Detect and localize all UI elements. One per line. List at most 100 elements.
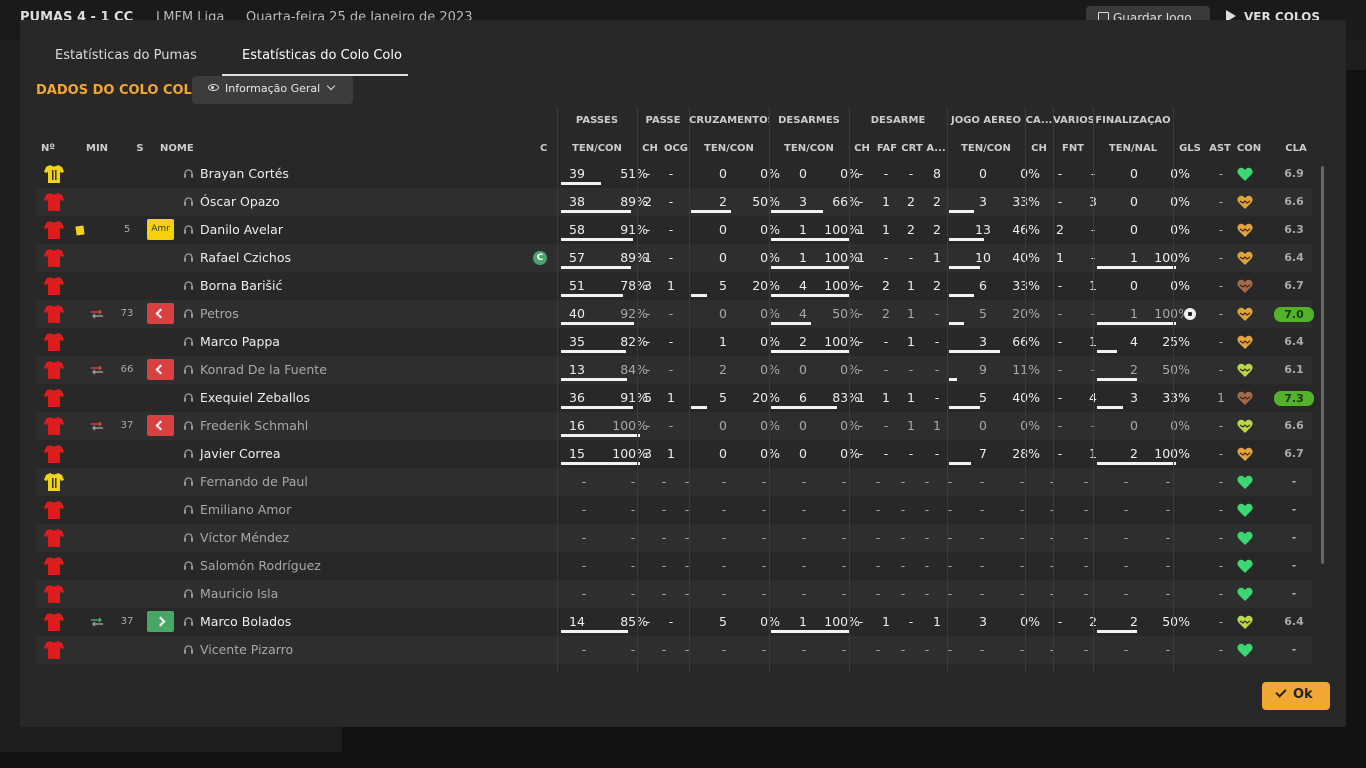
empty-stat-a: - <box>947 558 953 573</box>
fouls: 1 <box>882 614 890 629</box>
column-header-gls[interactable]: GLS <box>1175 143 1205 154</box>
empty-stat-fi: - <box>1123 502 1129 517</box>
fouls: - <box>883 250 889 265</box>
column-header-min[interactable]: MIN <box>86 143 108 154</box>
aerial-percent: 20% <box>1012 306 1040 321</box>
minute-value <box>116 580 138 608</box>
column-header-des-crt[interactable]: CRT <box>899 143 925 154</box>
table-row[interactable]: Óscar Opazo3889%2-250%366%-122333%-300%-… <box>36 188 1312 216</box>
table-scrollbar[interactable] <box>1321 166 1324 564</box>
empty-stat-passes: - <box>630 586 636 601</box>
player-rating: - <box>1291 559 1297 572</box>
player-name: Salomón Rodríguez <box>200 558 321 573</box>
shots-bar <box>1097 462 1176 465</box>
aerial-bar <box>949 294 974 297</box>
table-row[interactable]: 37 Frederik Schmahl 16 100% - -0 0% 0 0% - -1 1 0 0% -… <box>36 412 1312 440</box>
player-rating: 6.3 <box>1284 223 1304 236</box>
crosses-bar <box>691 210 731 213</box>
person-icon <box>184 197 193 206</box>
chances-created: - <box>668 222 674 237</box>
player-rating: 6.4 <box>1284 335 1304 348</box>
empty-stat-ch: - <box>661 586 667 601</box>
column-header-cruz[interactable]: TEN/CON <box>689 143 769 154</box>
table-row[interactable]: Mauricio Isla - - - - - - - - - - - - - - - - - - - - <box>36 580 1312 608</box>
assists: - <box>1218 614 1224 629</box>
player-rating: 6.6 <box>1284 195 1304 208</box>
empty-stat-crt: - <box>924 642 930 657</box>
column-header-c[interactable]: C <box>540 143 550 154</box>
empty-stat-fi: - <box>1123 642 1129 657</box>
key-passes: - <box>645 418 651 433</box>
table-row[interactable]: Marco Pappa3582%--10%2100%--1-366%-1425%… <box>36 328 1312 356</box>
table-row[interactable]: 66 Konrad De la Fuente 13 84% - -2 0% 0 0% - - - -9 1… <box>36 356 1312 384</box>
column-header-aereo[interactable]: TEN/CON <box>947 143 1025 154</box>
column-group-header: DESARME <box>870 115 926 126</box>
column-header-fnt[interactable]: FNT <box>1053 143 1093 154</box>
empty-stat-d-ch: - <box>875 530 881 545</box>
column-header-ast[interactable]: AST <box>1206 143 1234 154</box>
table-row[interactable]: Vicente Pizarro - - - - - - - - - - - - - - - - - - - - <box>36 636 1312 664</box>
empty-stat-ocg: - <box>684 530 690 545</box>
fouls: - <box>883 362 889 377</box>
table-row[interactable]: Borna Barišić5178%31520%4100%-212633%-10… <box>36 272 1312 300</box>
empty-stat-passes: - <box>581 502 587 517</box>
key-tackles: - <box>858 278 864 293</box>
minute-value: 37 <box>120 420 134 431</box>
table-row[interactable]: 37Marco Bolados1485%--50%1100%-1-130%-22… <box>36 608 1312 636</box>
condition-heart-icon <box>1237 251 1253 265</box>
substitution-icon <box>91 617 103 627</box>
empty-stat-a: - <box>947 474 953 489</box>
player-rating: 6.6 <box>1284 419 1304 432</box>
player-name: Javier Correa <box>200 446 281 461</box>
column-header-des-a[interactable]: A... <box>925 143 947 154</box>
table-row[interactable]: Javier Correa15100%3100%00%----728%-1210… <box>36 440 1312 468</box>
aerial-percent: 11% <box>1012 362 1040 377</box>
player-rating: 6.1 <box>1284 363 1304 376</box>
column-header-des-ch[interactable]: CH <box>849 143 875 154</box>
column-divider <box>557 107 558 673</box>
person-icon <box>184 169 193 178</box>
column-header-s[interactable]: S <box>135 143 145 154</box>
key-passes: 3 <box>644 446 652 461</box>
column-header-ca-ch[interactable]: CH <box>1025 143 1053 154</box>
chances-created: - <box>668 166 674 181</box>
table-row[interactable]: Víctor Méndez - - - - - - - - - - - - - - - - - - - - <box>36 524 1312 552</box>
table-row[interactable]: Rafael Czichos C 57 89% 1-0 0% 1 100% 1- -1 10 40% 1… <box>36 244 1312 272</box>
empty-stat-passes: - <box>581 474 587 489</box>
passes-bar <box>561 406 633 409</box>
person-icon <box>184 477 193 486</box>
ok-button[interactable]: Ok <box>1262 682 1330 710</box>
aerial-bar <box>949 210 974 213</box>
empty-stat-ae: - <box>979 642 985 657</box>
column-header-num[interactable]: Nº <box>41 143 65 154</box>
tackles-bar <box>771 238 850 241</box>
column-header-desarmes[interactable]: TEN/CON <box>769 143 849 154</box>
empty-stat-faf: - <box>900 474 906 489</box>
column-header-name[interactable]: NOME <box>160 143 200 154</box>
condition-heart-icon <box>1237 307 1253 321</box>
shots-bar <box>1097 350 1117 353</box>
column-header-passe-ch[interactable]: CH <box>637 143 663 154</box>
column-header-passe-ocg[interactable]: OCG <box>663 143 689 154</box>
captain-badge: C <box>533 251 547 265</box>
empty-stat-de: - <box>801 586 807 601</box>
column-divider <box>689 107 690 673</box>
table-row[interactable]: 73Petros4092%--00%450%-21-520%--1100%-7.… <box>36 300 1314 328</box>
column-group-header: CRUZAMENTOS <box>689 115 769 126</box>
table-row[interactable]: 5 Amr Danilo Avelar 58 91% - -0 0% 1 100% 1 1 2 2 13 46… <box>36 216 1312 244</box>
table-row[interactable]: Fernando de Paul - - - - - - - - - - - - - - - - - - - - <box>36 468 1312 496</box>
column-header-des-faf[interactable]: FAF <box>875 143 899 154</box>
assists: - <box>1218 446 1224 461</box>
player-name: Exequiel Zeballos <box>200 390 311 405</box>
table-row[interactable]: Salomón Rodríguez - - - - - - - - - - - - - - - - - - - - <box>36 552 1312 580</box>
column-header-final[interactable]: TEN/NAL <box>1093 143 1173 154</box>
table-row[interactable]: Brayan Cortés3951%--00%00%---800%--00%-6… <box>36 160 1312 188</box>
column-header-con[interactable]: CON <box>1234 143 1264 154</box>
column-header-cla[interactable]: CLA <box>1276 143 1316 154</box>
person-icon <box>184 365 193 374</box>
table-row[interactable]: Exequiel Zeballos 36 91% 5 1 5 20% 6 83% 1 1 1-5 40%… <box>36 384 1314 412</box>
empty-stat-fi: - <box>1165 502 1171 517</box>
empty-stat-de: - <box>801 642 807 657</box>
column-header-passes[interactable]: TEN/CON <box>557 143 637 154</box>
table-row[interactable]: Emiliano Amor - - - - - - - - - - - - - - - - - - - - <box>36 496 1312 524</box>
